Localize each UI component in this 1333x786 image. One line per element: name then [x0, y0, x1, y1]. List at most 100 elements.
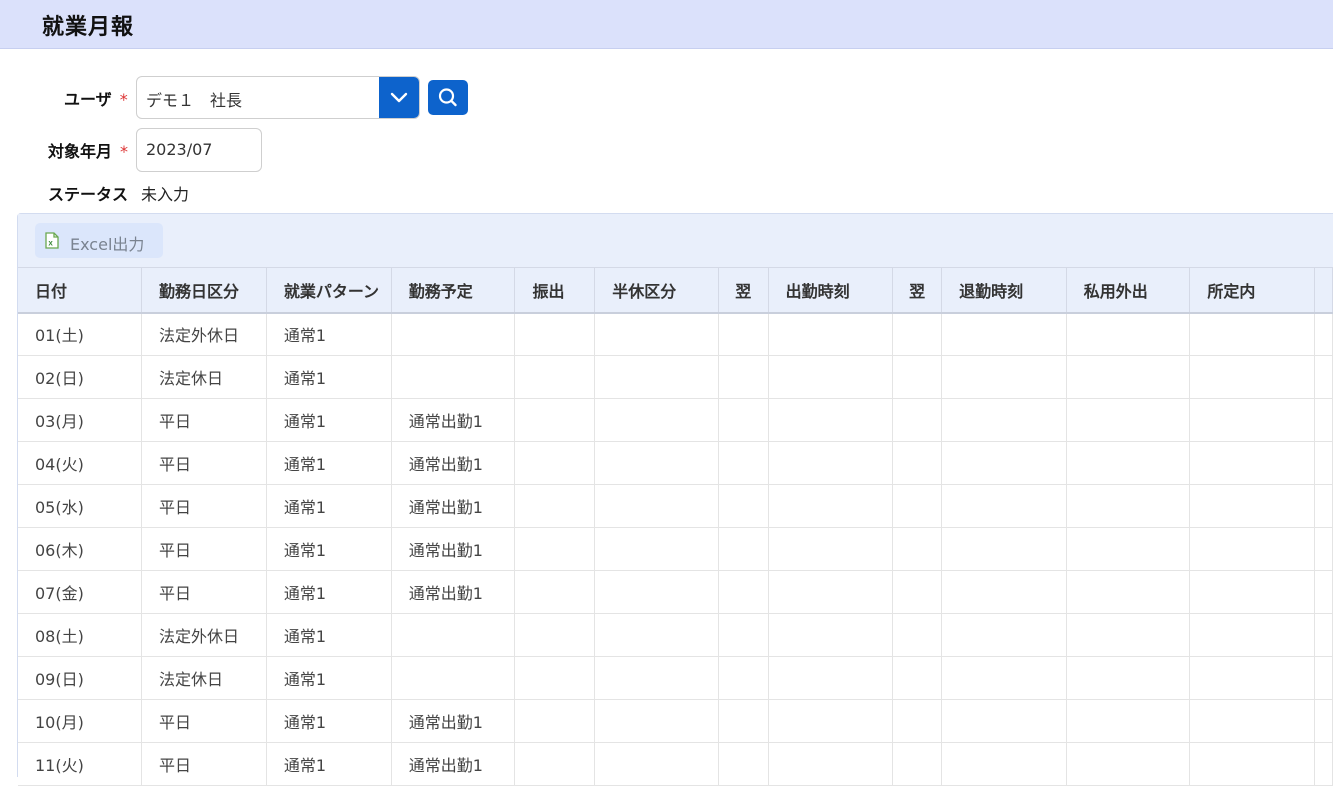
- table-cell[interactable]: [1066, 484, 1191, 528]
- month-input[interactable]: 2023/07: [136, 128, 262, 172]
- table-cell[interactable]: [594, 398, 719, 442]
- table-cell[interactable]: [892, 355, 943, 399]
- table-cell[interactable]: [768, 527, 894, 571]
- table-cell[interactable]: [514, 484, 596, 528]
- table-cell[interactable]: [718, 613, 769, 657]
- table-cell[interactable]: [1189, 398, 1315, 442]
- table-cell[interactable]: [892, 484, 943, 528]
- column-header-workday-type[interactable]: 勤務日区分: [141, 267, 267, 314]
- table-cell[interactable]: [768, 441, 894, 485]
- table-cell[interactable]: [941, 699, 1067, 743]
- table-cell[interactable]: [718, 570, 769, 614]
- table-row[interactable]: 09(日) 法定休日 通常1: [18, 656, 1333, 700]
- table-row[interactable]: 08(土) 法定外休日 通常1: [18, 613, 1333, 657]
- column-header-work-schedule[interactable]: 勤務予定: [391, 267, 516, 314]
- table-cell[interactable]: [1314, 355, 1333, 399]
- table-cell[interactable]: [718, 742, 769, 786]
- table-cell[interactable]: [514, 570, 596, 614]
- table-cell[interactable]: [718, 355, 769, 399]
- table-cell[interactable]: [594, 312, 719, 356]
- table-row[interactable]: 06(木) 平日 通常1 通常出勤1: [18, 527, 1333, 571]
- table-cell[interactable]: [1189, 656, 1315, 700]
- column-header-substitute[interactable]: 振出: [514, 267, 596, 314]
- table-cell[interactable]: [718, 656, 769, 700]
- table-cell[interactable]: [1066, 441, 1191, 485]
- table-cell[interactable]: [1314, 527, 1333, 571]
- table-cell[interactable]: [1189, 742, 1315, 786]
- table-cell[interactable]: [1066, 699, 1191, 743]
- table-cell[interactable]: [1314, 656, 1333, 700]
- table-row[interactable]: 03(月) 平日 通常1 通常出勤1: [18, 398, 1333, 442]
- table-cell[interactable]: [1189, 355, 1315, 399]
- table-cell[interactable]: [941, 355, 1067, 399]
- table-cell[interactable]: [1314, 312, 1333, 356]
- column-header-private-outing[interactable]: 私用外出: [1066, 267, 1191, 314]
- table-cell[interactable]: [941, 484, 1067, 528]
- table-cell[interactable]: [594, 570, 719, 614]
- table-cell[interactable]: [1189, 484, 1315, 528]
- user-dropdown-button[interactable]: [379, 77, 419, 118]
- table-cell[interactable]: [594, 441, 719, 485]
- column-header-next-day-out[interactable]: 翌: [892, 267, 943, 314]
- table-cell[interactable]: [594, 355, 719, 399]
- column-header-half-holiday[interactable]: 半休区分: [594, 267, 719, 314]
- table-cell[interactable]: [514, 441, 596, 485]
- table-row[interactable]: 04(火) 平日 通常1 通常出勤1: [18, 441, 1333, 485]
- table-row[interactable]: 11(火) 平日 通常1 通常出勤1: [18, 742, 1333, 786]
- table-cell[interactable]: [514, 656, 596, 700]
- table-cell[interactable]: [892, 699, 943, 743]
- table-cell[interactable]: [768, 699, 894, 743]
- table-cell[interactable]: [718, 699, 769, 743]
- table-cell[interactable]: [941, 398, 1067, 442]
- table-cell[interactable]: [941, 742, 1067, 786]
- table-cell[interactable]: [892, 527, 943, 571]
- table-cell[interactable]: [594, 656, 719, 700]
- table-cell[interactable]: [768, 570, 894, 614]
- table-cell[interactable]: [1066, 312, 1191, 356]
- table-row[interactable]: 10(月) 平日 通常1 通常出勤1: [18, 699, 1333, 743]
- table-cell[interactable]: [514, 742, 596, 786]
- table-cell[interactable]: [892, 742, 943, 786]
- table-cell[interactable]: [768, 484, 894, 528]
- table-cell[interactable]: [941, 613, 1067, 657]
- table-row[interactable]: 07(金) 平日 通常1 通常出勤1: [18, 570, 1333, 614]
- table-cell[interactable]: [1066, 613, 1191, 657]
- table-cell[interactable]: [594, 527, 719, 571]
- column-header-work-pattern[interactable]: 就業パターン: [266, 267, 392, 314]
- table-cell[interactable]: [1066, 355, 1191, 399]
- table-cell[interactable]: [768, 312, 894, 356]
- table-cell[interactable]: [1189, 570, 1315, 614]
- table-cell[interactable]: [941, 570, 1067, 614]
- table-cell[interactable]: [892, 312, 943, 356]
- table-cell[interactable]: [1189, 441, 1315, 485]
- table-cell[interactable]: [768, 742, 894, 786]
- column-header-date[interactable]: 日付: [18, 267, 143, 314]
- table-cell[interactable]: [892, 441, 943, 485]
- table-cell[interactable]: [718, 484, 769, 528]
- table-cell[interactable]: [892, 398, 943, 442]
- table-cell[interactable]: [514, 527, 596, 571]
- table-row[interactable]: 05(水) 平日 通常1 通常出勤1: [18, 484, 1333, 528]
- user-select[interactable]: デモ１ 社長: [136, 76, 420, 119]
- table-cell[interactable]: [1314, 570, 1333, 614]
- table-cell[interactable]: [768, 398, 894, 442]
- table-cell[interactable]: [1314, 742, 1333, 786]
- table-cell[interactable]: [1189, 699, 1315, 743]
- table-cell[interactable]: [1189, 312, 1315, 356]
- table-cell[interactable]: [768, 656, 894, 700]
- table-cell[interactable]: [941, 441, 1067, 485]
- table-row[interactable]: 01(土) 法定外休日 通常1: [18, 312, 1333, 356]
- table-cell[interactable]: [1314, 398, 1333, 442]
- table-cell[interactable]: [892, 570, 943, 614]
- table-cell[interactable]: [941, 527, 1067, 571]
- table-cell[interactable]: [1066, 742, 1191, 786]
- table-cell[interactable]: [1189, 527, 1315, 571]
- table-cell[interactable]: [1066, 656, 1191, 700]
- table-cell[interactable]: [1066, 398, 1191, 442]
- table-cell[interactable]: [1314, 613, 1333, 657]
- table-cell[interactable]: [718, 398, 769, 442]
- table-cell[interactable]: [514, 355, 596, 399]
- table-row[interactable]: 02(日) 法定休日 通常1: [18, 355, 1333, 399]
- table-cell[interactable]: [718, 312, 769, 356]
- user-search-button[interactable]: [428, 80, 468, 115]
